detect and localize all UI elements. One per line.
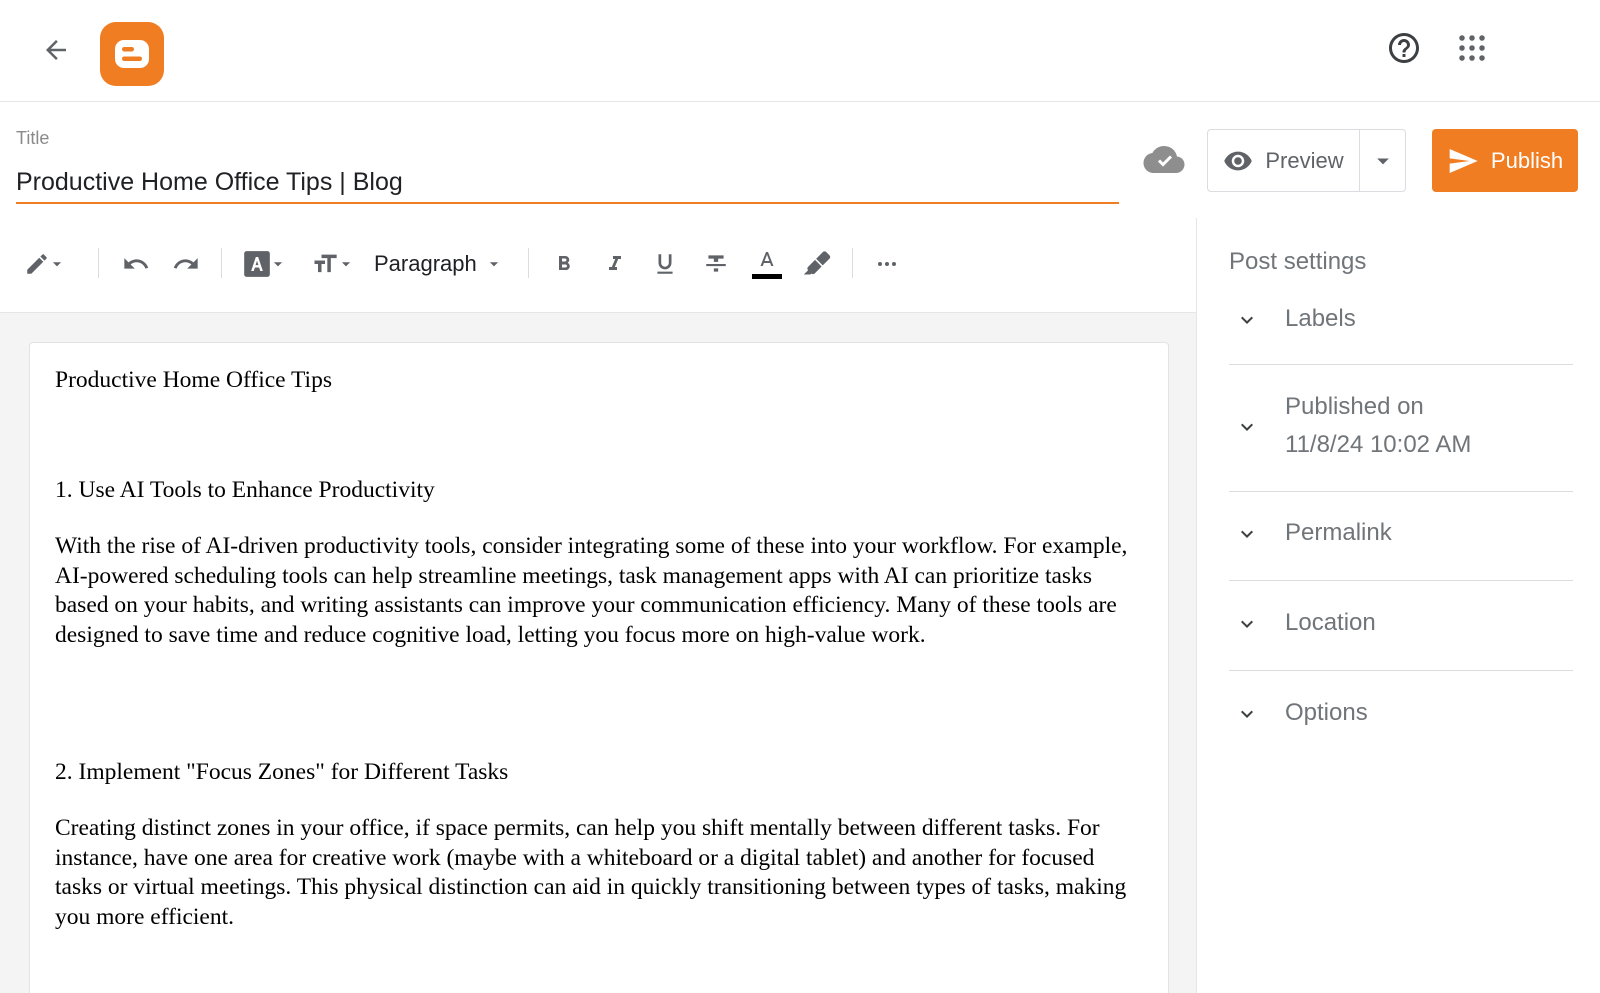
- settings-divider: [1229, 364, 1573, 365]
- italic-button[interactable]: [596, 242, 634, 286]
- caret-down-icon: [52, 262, 62, 267]
- arrow-left-icon: [46, 40, 66, 60]
- top-bar: [0, 0, 1600, 102]
- text-color-icon: [760, 251, 774, 266]
- back-button[interactable]: [36, 30, 76, 70]
- preview-button[interactable]: Preview: [1208, 130, 1360, 191]
- blogger-logo[interactable]: [100, 22, 164, 86]
- font-icon: [244, 251, 270, 277]
- text-size-button[interactable]: [308, 242, 356, 286]
- published-on-value: 11/8/24 10:02 AM: [1285, 431, 1472, 458]
- settings-permalink[interactable]: Permalink: [1229, 514, 1573, 554]
- save-status: [1142, 142, 1186, 176]
- doc-paragraph-2: Creating distinct zones in your office, …: [55, 815, 1127, 930]
- labels-label: Labels: [1285, 305, 1356, 332]
- settings-options[interactable]: Options: [1229, 694, 1573, 734]
- post-settings-panel: Post settings Labels Published on 11/8/2…: [1196, 218, 1600, 993]
- highlighter-icon: [803, 251, 831, 275]
- settings-labels[interactable]: Labels: [1229, 300, 1573, 340]
- caret-down-icon: [1376, 158, 1389, 164]
- apps-grid-icon: [1459, 35, 1485, 61]
- preview-dropdown-button[interactable]: [1360, 130, 1405, 191]
- published-on-label: Published on: [1285, 393, 1424, 420]
- help-circle-icon: [1389, 33, 1419, 63]
- title-input[interactable]: [16, 162, 1119, 204]
- text-color-swatch: [752, 273, 782, 279]
- settings-divider: [1229, 670, 1573, 671]
- help-button[interactable]: [1384, 28, 1424, 68]
- chevron-down-icon: [1241, 620, 1253, 628]
- apps-button[interactable]: [1452, 28, 1492, 68]
- highlight-button[interactable]: [798, 242, 836, 286]
- doc-heading-2: 2. Implement "Focus Zones" for Different…: [55, 759, 509, 785]
- eye-icon: [1224, 151, 1253, 170]
- send-icon: [1449, 148, 1478, 173]
- undo-button[interactable]: [116, 242, 156, 286]
- bold-icon: [559, 256, 570, 270]
- caret-down-icon: [273, 262, 283, 267]
- chevron-down-icon: [1241, 316, 1253, 324]
- doc-heading-1: 1. Use AI Tools to Enhance Productivity: [55, 477, 435, 503]
- post-settings-title: Post settings: [1229, 248, 1367, 275]
- doc-title: Productive Home Office Tips: [55, 367, 332, 393]
- italic-icon: [609, 256, 621, 270]
- chevron-down-icon: [1241, 530, 1253, 538]
- formatting-toolbar: Paragraph: [0, 218, 1196, 313]
- toolbar-divider: [221, 248, 222, 278]
- paragraph-style-label: Paragraph: [374, 251, 477, 276]
- more-button[interactable]: [868, 242, 906, 286]
- undo-icon: [124, 258, 149, 269]
- more-horizontal-icon: [878, 262, 896, 266]
- toolbar-divider: [852, 248, 853, 278]
- strikethrough-icon: [706, 255, 726, 272]
- compose-mode-button[interactable]: [18, 242, 70, 286]
- settings-divider: [1229, 580, 1573, 581]
- cloud-check-icon: [1143, 146, 1185, 173]
- publish-button[interactable]: Publish: [1432, 129, 1578, 192]
- caret-down-icon: [341, 262, 351, 267]
- caret-down-icon: [489, 262, 498, 267]
- toolbar-divider: [528, 248, 529, 278]
- preview-label: Preview: [1265, 147, 1344, 173]
- paragraph-style-select[interactable]: Paragraph: [374, 242, 510, 286]
- blogger-b-icon: [115, 40, 149, 68]
- redo-icon: [173, 258, 198, 269]
- options-label: Options: [1285, 699, 1368, 726]
- settings-location[interactable]: Location: [1229, 604, 1573, 644]
- strikethrough-button[interactable]: [697, 242, 735, 286]
- text-color-button[interactable]: [748, 242, 786, 286]
- settings-published-on[interactable]: Published on 11/8/24 10:02 AM: [1229, 388, 1573, 466]
- preview-split-button: Preview: [1207, 129, 1406, 192]
- settings-divider: [1229, 491, 1573, 492]
- doc-paragraph-1: With the rise of AI-driven productivity …: [55, 533, 1128, 648]
- chevron-down-icon: [1241, 710, 1253, 718]
- underline-icon: [657, 254, 673, 274]
- pencil-icon: [27, 254, 47, 274]
- underline-button[interactable]: [646, 242, 684, 286]
- toolbar-divider: [98, 248, 99, 278]
- chevron-down-icon: [1241, 423, 1253, 431]
- redo-button[interactable]: [166, 242, 206, 286]
- location-label: Location: [1285, 609, 1376, 636]
- permalink-label: Permalink: [1285, 519, 1392, 546]
- text-size-icon: [314, 254, 337, 273]
- bold-button[interactable]: [545, 242, 583, 286]
- title-label: Title: [16, 128, 50, 148]
- font-button[interactable]: [240, 242, 288, 286]
- publish-label: Publish: [1490, 147, 1564, 173]
